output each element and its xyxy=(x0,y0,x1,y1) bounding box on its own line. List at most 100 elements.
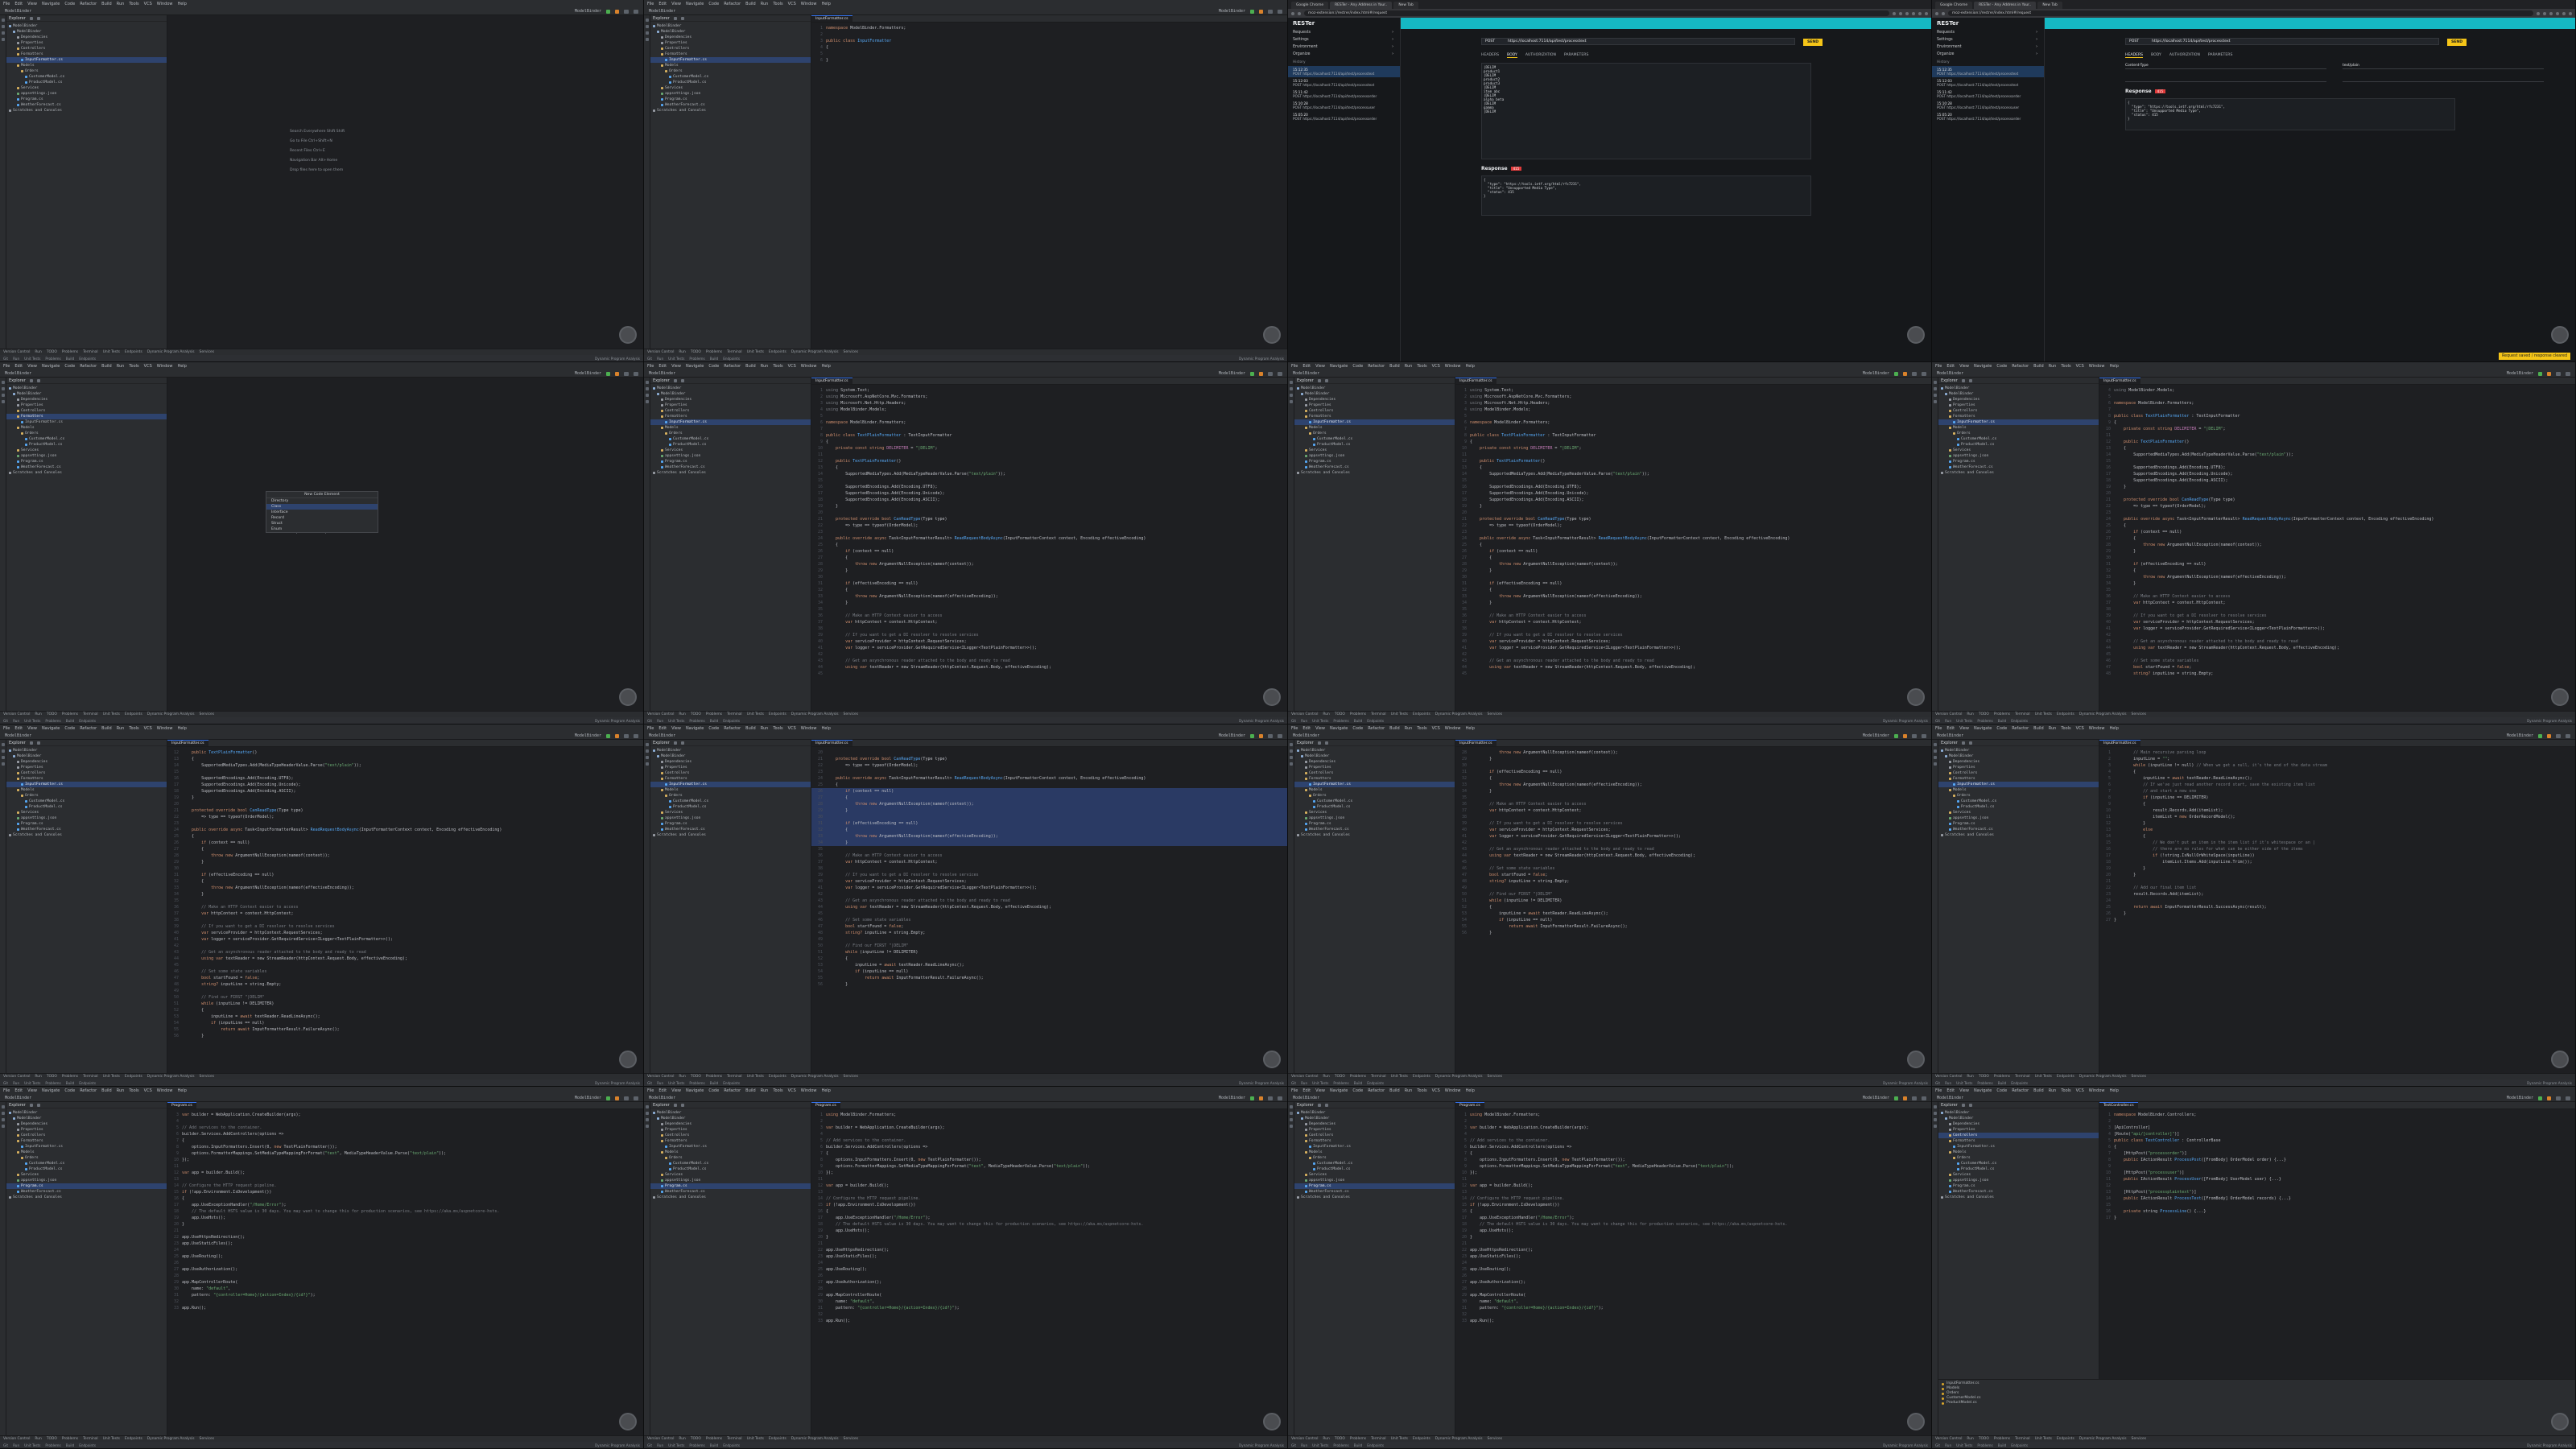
editor-tab[interactable]: InputFormatter.cs xyxy=(1455,378,1496,384)
menu-item[interactable]: Code xyxy=(64,726,75,731)
menu-item[interactable]: Edit xyxy=(1302,726,1311,731)
sidebar-nav-item[interactable]: Organize › xyxy=(1288,51,1400,58)
tool-window-icon[interactable] xyxy=(1290,1105,1293,1108)
gear-icon[interactable] xyxy=(1968,741,1972,745)
reload-icon[interactable] xyxy=(1942,11,1945,15)
tool-window-icon[interactable] xyxy=(1934,756,1937,759)
menu-item[interactable]: Tools xyxy=(129,726,138,731)
debug-icon[interactable] xyxy=(1259,9,1263,14)
tree-item[interactable]: Controllers xyxy=(1294,1133,1455,1138)
tool-window-button[interactable]: Services xyxy=(200,1437,215,1441)
menu-item[interactable]: Code xyxy=(1996,726,2007,731)
tree-item[interactable]: ModelBinder xyxy=(650,29,811,35)
status-item[interactable]: Endpoints xyxy=(1367,1443,1384,1447)
tree-item[interactable]: ModelBinder xyxy=(650,23,811,29)
menu-item[interactable]: Edit xyxy=(658,1088,667,1093)
debug-icon[interactable] xyxy=(2547,1096,2551,1100)
menu-item[interactable]: Help xyxy=(2109,726,2118,731)
request-tab[interactable]: AUTHORIZATION xyxy=(1525,53,1556,58)
tree-item[interactable]: appsettings.json xyxy=(650,1178,811,1183)
tool-window-button[interactable]: Endpoints xyxy=(125,1075,142,1079)
tree-item[interactable]: ModelBinder xyxy=(1294,391,1455,397)
tool-window-button[interactable]: Terminal xyxy=(83,712,98,716)
menu-item[interactable]: Run xyxy=(761,2,769,6)
menu-item[interactable]: VCS xyxy=(144,726,152,731)
menu-item[interactable]: Build xyxy=(101,726,112,731)
tree-item[interactable]: Scratches and Consoles xyxy=(1294,1195,1455,1200)
menu-item[interactable]: Help xyxy=(2109,364,2118,369)
menu-item[interactable]: Run xyxy=(2049,1088,2057,1093)
history-item[interactable]: 15:12:03 POST https://localhost:7114/api/… xyxy=(1932,77,2044,89)
collapse-icon[interactable] xyxy=(1317,378,1321,382)
tool-window-icon[interactable] xyxy=(1290,756,1293,759)
search-icon[interactable] xyxy=(2566,733,2570,738)
tree-item[interactable]: ModelBinder xyxy=(650,391,811,397)
status-item[interactable]: Git xyxy=(647,719,652,723)
tree-item[interactable]: WeatherForecast.cs xyxy=(6,464,167,470)
history-item[interactable]: 15:10:28 POST https://localhost:7114/api/… xyxy=(1288,100,1400,111)
tree-item[interactable]: InputFormatter.cs xyxy=(650,1144,811,1150)
browser-tab[interactable]: New Tab xyxy=(2037,2,2062,9)
tree-item[interactable]: Properties xyxy=(650,1127,811,1133)
menu-item[interactable]: Edit xyxy=(14,2,23,6)
menu-item[interactable]: Help xyxy=(1465,1088,1474,1093)
tree-item[interactable]: ModelBinder xyxy=(1294,753,1455,759)
tool-window-icon[interactable] xyxy=(646,19,649,22)
tree-item[interactable]: Orders xyxy=(1294,431,1455,436)
menu-item[interactable]: View xyxy=(1315,364,1325,369)
editor-tab[interactable]: InputFormatter.cs xyxy=(2099,378,2140,384)
tool-window-button[interactable]: Dynamic Program Analysis xyxy=(147,1075,195,1079)
tree-item[interactable]: Services xyxy=(6,85,167,91)
tree-item[interactable]: ModelBinder xyxy=(6,748,167,753)
tree-item[interactable]: Orders xyxy=(6,793,167,799)
tool-window-button[interactable]: Problems xyxy=(706,712,722,716)
tree-item[interactable]: Properties xyxy=(1294,765,1455,770)
tree-item[interactable]: Services xyxy=(650,85,811,91)
settings-icon[interactable] xyxy=(624,9,629,14)
menu-item[interactable]: File xyxy=(647,2,654,6)
status-item[interactable]: Endpoints xyxy=(723,1081,740,1085)
tool-window-icon[interactable] xyxy=(1934,1125,1937,1128)
status-item[interactable]: Problems xyxy=(689,357,704,361)
tool-window-button[interactable]: Problems xyxy=(62,350,78,354)
tool-window-button[interactable]: Version Control xyxy=(1935,1437,1962,1441)
collapse-icon[interactable] xyxy=(1317,1103,1321,1107)
tool-window-button[interactable]: Services xyxy=(844,1437,859,1441)
search-icon[interactable] xyxy=(634,371,638,376)
status-item[interactable]: Build xyxy=(710,1443,719,1447)
tree-item[interactable]: Controllers xyxy=(6,770,167,776)
menu-item[interactable]: Edit xyxy=(658,726,667,731)
menu-item[interactable]: Build xyxy=(745,364,756,369)
menu-item[interactable]: Tools xyxy=(1417,364,1426,369)
menu-item[interactable]: File xyxy=(647,364,654,369)
menu-item[interactable]: Tools xyxy=(773,1088,782,1093)
status-item[interactable]: Run xyxy=(657,357,663,361)
tree-item[interactable]: Controllers xyxy=(650,408,811,414)
tool-window-button[interactable]: Run xyxy=(1323,1437,1329,1441)
tool-window-button[interactable]: Endpoints xyxy=(2057,1437,2074,1441)
run-config[interactable]: ModelBinder xyxy=(1863,1096,1889,1100)
run-icon[interactable] xyxy=(606,1096,610,1100)
tool-window-button[interactable]: Terminal xyxy=(727,1075,742,1079)
tree-item[interactable]: Dependencies xyxy=(650,397,811,402)
settings-icon[interactable] xyxy=(624,1096,629,1100)
tree-item[interactable]: Program.cs xyxy=(1294,1183,1455,1189)
status-item[interactable]: Git xyxy=(3,357,8,361)
menu-item[interactable]: View xyxy=(1315,726,1325,731)
sidebar-nav-item[interactable]: Requests › xyxy=(1288,29,1400,36)
menu-item[interactable]: Run xyxy=(117,2,125,6)
tree-item[interactable]: ModelBinder xyxy=(650,753,811,759)
status-item[interactable]: Build xyxy=(710,357,719,361)
tool-window-icon[interactable] xyxy=(2,31,5,35)
run-icon[interactable] xyxy=(606,733,610,738)
menu-item[interactable]: Window xyxy=(2089,726,2105,731)
tool-window-button[interactable]: Unit Tests xyxy=(103,350,120,354)
collapse-icon[interactable] xyxy=(673,378,677,382)
editor-tab[interactable]: InputFormatter.cs xyxy=(167,740,208,746)
tree-item[interactable]: InputFormatter.cs xyxy=(6,57,167,63)
tree-item[interactable]: InputFormatter.cs xyxy=(1294,419,1455,425)
tree-item[interactable]: CustomerModel.cs xyxy=(6,436,167,442)
url-field[interactable]: moz-extension://restrer/index.html#/requ… xyxy=(1948,10,2533,16)
tree-item[interactable]: Models xyxy=(650,425,811,431)
menu-item[interactable]: VCS xyxy=(1432,364,1440,369)
